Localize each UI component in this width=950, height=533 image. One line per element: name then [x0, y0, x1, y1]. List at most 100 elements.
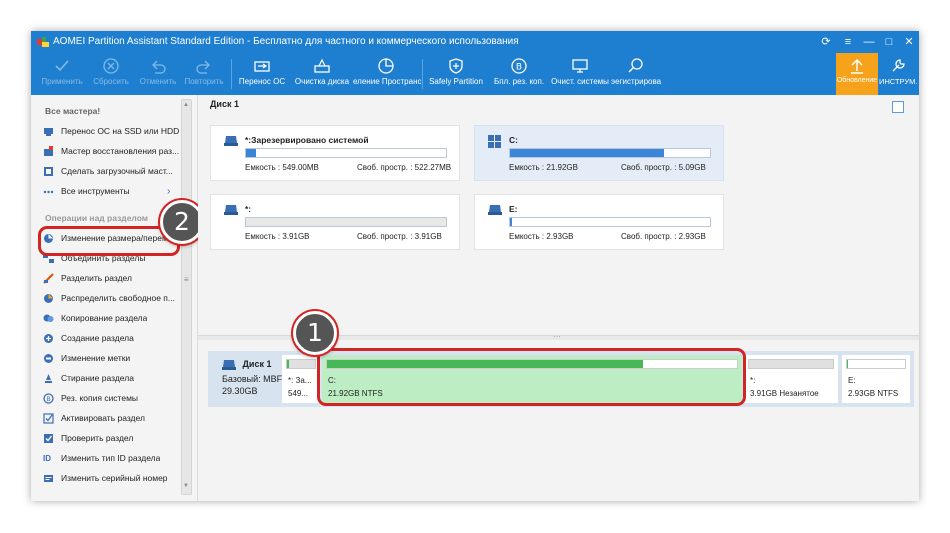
partition-card-e[interactable]: E: Емкость : 2.93GB Своб. простр. : 2.93… [474, 194, 724, 250]
allocate-space-button[interactable]: еление Пространс [353, 53, 422, 95]
op-item-change-type-id[interactable]: ID Изменить тип ID раздела [43, 449, 185, 467]
undo-icon [152, 60, 166, 74]
window-title: AOMEI Partition Assistant Standard Editi… [53, 36, 519, 47]
disk-icon [222, 359, 236, 370]
scroll-grip-icon: ≡ [184, 275, 189, 284]
usage-bar-fill [510, 218, 512, 226]
bootable-media-icon [44, 166, 53, 176]
op-item-check[interactable]: Проверить раздел [43, 429, 185, 447]
disk-map-name: Диск 1 [242, 359, 272, 369]
id-icon: ID [43, 453, 51, 463]
wizard-item-migrate-os[interactable]: Перенос ОС на SSD или HDD [43, 122, 185, 140]
wizard-item-all-tools[interactable]: Все инструменты › [43, 182, 185, 200]
backup-label: Бпл. рез. коп. [493, 77, 545, 86]
undo-label: Отменить [139, 77, 177, 86]
op-item-wipe[interactable]: Стирание раздела [43, 369, 185, 387]
drive-icon [224, 205, 238, 215]
safely-partition-button[interactable]: Safely Partition [427, 53, 485, 95]
sidebar: Все мастера! Перенос ОС на SSD или HDD М… [31, 95, 198, 501]
disk-map-info[interactable]: Диск 1 Базовый: MBF 29.30GB [222, 359, 282, 396]
chevron-right-icon: › [167, 185, 171, 197]
migrate-os-icon [44, 127, 53, 136]
redo-button[interactable]: Повторить [181, 53, 227, 95]
drive-icon [224, 136, 238, 146]
disk-segment-e[interactable]: E: 2.93GB NTFS [842, 355, 910, 403]
usage-bar-fill [246, 149, 256, 157]
allocate-space-label: еление Пространс [353, 77, 422, 86]
migrate-os-button[interactable]: Перенос ОС [236, 53, 288, 95]
toolbar: Применить Сбросить Отменить Повторить Пе… [31, 53, 919, 95]
disk-segment-unallocated[interactable]: *: 3.91GB Незанятое [744, 355, 838, 403]
wipe-icon [45, 373, 52, 383]
allocate-icon [44, 293, 53, 303]
usage-bar [245, 148, 447, 158]
check-partition-icon [44, 433, 53, 443]
tools-label: ИНСТРУМ. [879, 77, 918, 86]
op-item-allocate-free[interactable]: Распределить свободное п... [43, 289, 185, 307]
redo-label: Повторить [184, 77, 224, 86]
partition-card-unallocated[interactable]: *: Емкость : 3.91GB Своб. простр. : 3.91… [210, 194, 460, 250]
wipe-disk-button[interactable]: Очистка диска [291, 53, 353, 95]
op-item-system-backup[interactable]: B Рез. копия системы [43, 389, 185, 407]
minimize-button[interactable]: — [860, 34, 878, 50]
scroll-up-icon[interactable]: ▲ [183, 102, 189, 108]
op-item-copy[interactable]: Копирование раздела [43, 309, 185, 327]
windows-icon [488, 135, 501, 148]
sidebar-scrollbar[interactable]: ▲ ≡ ▼ [181, 99, 192, 495]
copy-icon [43, 314, 54, 322]
wizard-item-recovery[interactable]: Мастер восстановления раз... [43, 142, 185, 160]
apply-button[interactable]: Применить [37, 53, 87, 95]
app-window: AOMEI Partition Assistant Standard Editi… [31, 31, 919, 501]
backup-icon: B [511, 58, 527, 74]
op-item-create[interactable]: Создание раздела [43, 329, 185, 347]
search-icon [628, 58, 643, 73]
migrate-os-icon [254, 61, 270, 72]
safely-partition-label: Safely Partition [429, 77, 483, 86]
update-button[interactable]: Обновление [836, 53, 878, 95]
wipe-disk-label: Очистка диска [294, 77, 350, 86]
undo-button[interactable]: Отменить [135, 53, 181, 95]
update-label: Обновление [836, 77, 878, 84]
cleanup-button[interactable]: Очист. системы [549, 53, 611, 95]
usage-bar [509, 148, 711, 158]
discard-button[interactable]: Сбросить [87, 53, 135, 95]
redo-icon [196, 60, 210, 74]
recovery-icon [44, 145, 53, 156]
drive-icon [488, 205, 502, 215]
svg-text:B: B [46, 396, 50, 403]
op-item-change-serial[interactable]: Изменить серийный номер [43, 469, 185, 487]
splitter-grip-icon: … [553, 330, 561, 339]
ops-header: Операции над разделом [45, 213, 149, 223]
partition-card-c[interactable]: C: Емкость : 21.92GB Своб. простр. : 5.0… [474, 125, 724, 181]
wizard-item-bootable-media[interactable]: Сделать загрузочный маст... [43, 162, 185, 180]
activate-icon [43, 412, 54, 424]
menu-icon[interactable]: ≡ [839, 34, 857, 50]
disk-segment-reserved[interactable]: *: За... 549... [282, 355, 320, 403]
segment-bar [286, 359, 316, 369]
partition-card-reserved[interactable]: *:Зарезервировано системой Емкость : 549… [210, 125, 460, 181]
backup-button[interactable]: B Бпл. рез. коп. [489, 53, 549, 95]
disk-title: Диск 1 [210, 99, 239, 109]
refresh-icon[interactable]: ⟳ [817, 34, 835, 50]
tools-button[interactable]: ИНСТРУМ. [879, 53, 918, 95]
discard-icon [103, 58, 119, 74]
callout-badge-1: 1 [293, 311, 337, 355]
segment-bar-fill [847, 360, 848, 368]
apply-label: Применить [41, 77, 83, 86]
usage-bar-fill [510, 149, 664, 157]
op-item-label[interactable]: Изменение метки [43, 349, 185, 367]
op-item-set-active[interactable]: Активировать раздел [43, 409, 185, 427]
toolbar-separator [422, 59, 423, 89]
svg-text:B: B [516, 63, 522, 73]
maximize-button[interactable]: □ [880, 34, 898, 50]
cleanup-label: Очист. системы [551, 77, 609, 86]
segment-bar-fill [287, 360, 289, 368]
pie-icon [378, 58, 394, 74]
scroll-down-icon[interactable]: ▼ [183, 483, 189, 489]
register-button[interactable]: эегистрирова [611, 53, 661, 95]
view-toggle-icon[interactable] [892, 101, 904, 113]
close-button[interactable]: ✕ [900, 34, 918, 50]
op-item-split[interactable]: Разделить раздел [43, 269, 185, 287]
check-icon [55, 60, 69, 72]
app-logo-icon [37, 37, 49, 47]
